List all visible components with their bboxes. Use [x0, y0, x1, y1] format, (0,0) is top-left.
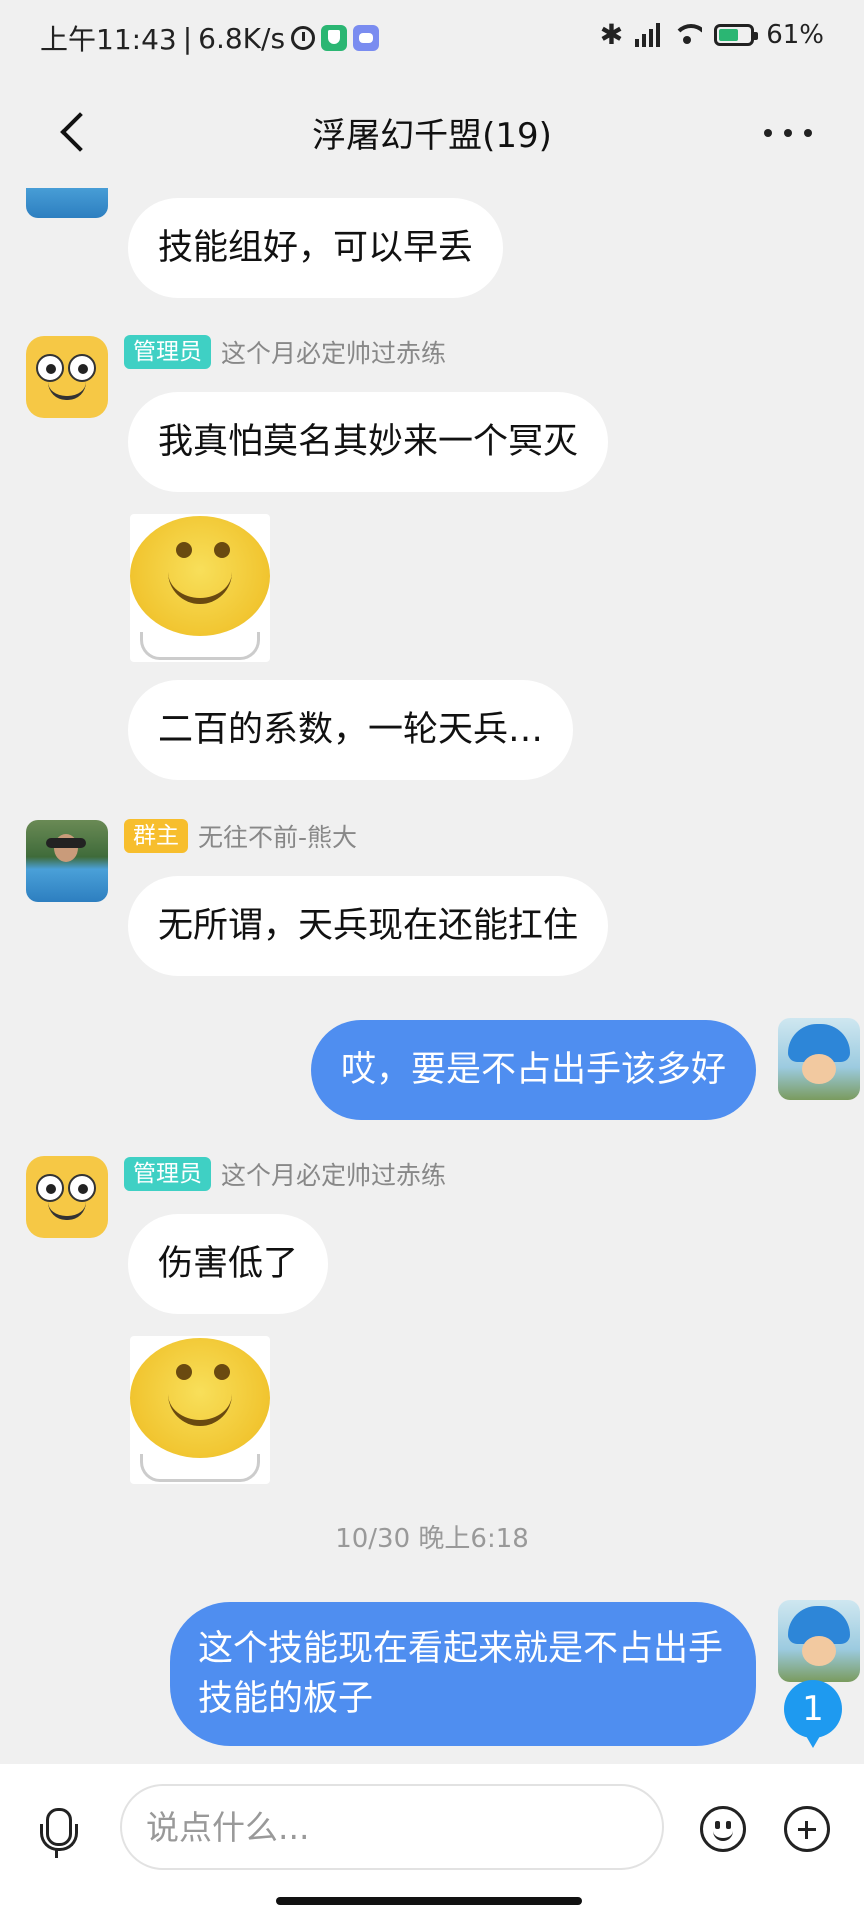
home-indicator[interactable]	[276, 1897, 582, 1905]
signal-icon	[635, 22, 661, 47]
sender-info: 群主 无往不前-熊大	[124, 818, 357, 854]
my-message-bubble[interactable]: 这个技能现在看起来就是不占出手技能的板子	[170, 1602, 756, 1746]
more-options-icon[interactable]	[764, 116, 812, 150]
timestamp: 10/30 晚上6:18	[335, 1524, 529, 1554]
unread-count-badge[interactable]: 1	[784, 1680, 842, 1748]
message-input[interactable]	[120, 1784, 664, 1870]
admin-badge: 管理员	[124, 1157, 211, 1191]
message-bubble[interactable]: 无所谓，天兵现在还能扛住	[128, 876, 609, 976]
status-left: 上午11:43 | 6.8K/s	[40, 18, 380, 58]
bluetooth-icon: ✱	[599, 18, 624, 51]
my-message-bubble[interactable]: 哎，要是不占出手该多好	[310, 1020, 756, 1120]
message-bubble[interactable]: 技能组好，可以早丢	[128, 198, 504, 298]
message-bubble[interactable]: 我真怕莫名其妙来一个冥灭	[128, 392, 609, 492]
alarm-icon	[291, 26, 316, 50]
avatar[interactable]	[26, 336, 108, 418]
message-list[interactable]: 技能组好，可以早丢 管理员 这个月必定帅过赤练 我真怕莫名其妙来一个冥灭 二百的…	[0, 188, 864, 1764]
wifi-icon	[672, 23, 703, 46]
sender-info: 管理员 这个月必定帅过赤练	[124, 334, 446, 370]
add-attachment-icon[interactable]	[784, 1806, 830, 1852]
sticker-smiley[interactable]	[130, 1336, 270, 1484]
sender-info: 管理员 这个月必定帅过赤练	[124, 1156, 446, 1192]
group-title: 浮屠幻千盟(19)	[312, 116, 552, 156]
status-right: ✱ 61%	[600, 18, 824, 51]
message-bubble[interactable]: 伤害低了	[128, 1214, 329, 1314]
emoji-icon[interactable]	[700, 1806, 746, 1852]
status-separator: |	[182, 21, 193, 55]
admin-badge: 管理员	[124, 335, 211, 369]
bot-app-icon	[353, 25, 380, 51]
sender-name[interactable]: 这个月必定帅过赤练	[221, 334, 446, 370]
avatar[interactable]	[26, 188, 108, 218]
avatar[interactable]	[26, 1156, 108, 1238]
chat-header: 浮屠幻千盟(19)	[0, 76, 864, 188]
message-bubble[interactable]: 二百的系数，一轮天兵…	[128, 680, 574, 780]
sender-name[interactable]: 这个月必定帅过赤练	[221, 1156, 446, 1192]
battery-icon	[714, 23, 759, 46]
my-avatar[interactable]	[778, 1600, 860, 1682]
battery-percent: 61%	[766, 19, 824, 50]
shield-app-icon	[321, 25, 348, 51]
network-speed: 6.8K/s	[198, 21, 286, 55]
sender-name[interactable]: 无往不前-熊大	[198, 818, 357, 854]
sticker-smiley[interactable]	[130, 514, 270, 662]
avatar[interactable]	[26, 820, 108, 902]
my-avatar[interactable]	[778, 1018, 860, 1100]
battery-fill	[719, 28, 738, 41]
microphone-stem	[55, 1848, 58, 1858]
status-bar: 上午11:43 | 6.8K/s ✱ 61%	[0, 0, 864, 76]
owner-badge: 群主	[124, 819, 188, 853]
status-time: 上午11:43	[40, 23, 177, 56]
